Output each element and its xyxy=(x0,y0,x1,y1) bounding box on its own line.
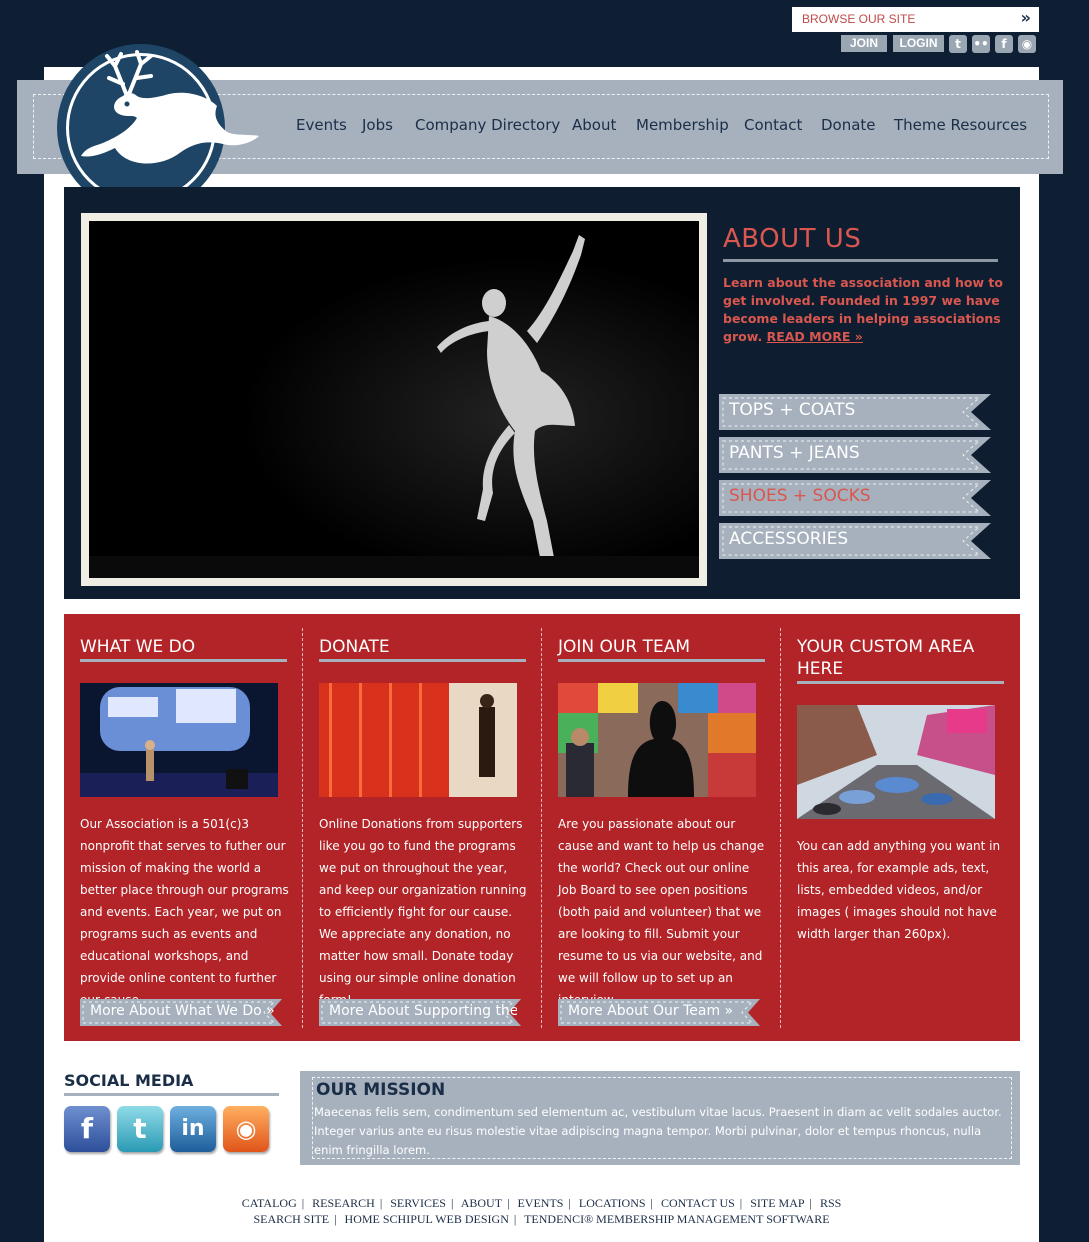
browse-site-label: BROWSE OUR SITE xyxy=(802,12,916,26)
rss-icon[interactable]: ◉ xyxy=(223,1106,269,1152)
what-we-do-text: Our Association is a 501(c)3 nonprofit t… xyxy=(80,817,289,1007)
column-rule xyxy=(797,681,1004,684)
column-divider xyxy=(780,628,781,1028)
nav-donate[interactable]: Donate xyxy=(821,116,876,134)
ribbon-label: TOPS + COATS xyxy=(729,400,856,420)
column-rule xyxy=(558,659,765,662)
browse-site-box[interactable]: BROWSE OUR SITE » xyxy=(792,7,1039,32)
footer-link-locations[interactable]: LOCATIONS xyxy=(579,1196,646,1210)
facebook-icon[interactable]: f xyxy=(995,35,1013,53)
donate-text: Online Donations from supporters like yo… xyxy=(319,817,527,1007)
login-button[interactable]: LOGIN xyxy=(893,35,944,52)
ribbon-label: PANTS + JEANS xyxy=(729,443,860,463)
more-about-supporting-button[interactable]: More About Supporting the xyxy=(319,999,521,1026)
ribbon-label: SHOES + SOCKS xyxy=(729,486,871,506)
about-us-rule xyxy=(723,259,998,262)
column-divider xyxy=(541,628,542,1028)
mission-text: Maecenas felis sem, condimentum sed elem… xyxy=(314,1105,1002,1157)
about-us-heading: ABOUT US xyxy=(723,224,862,254)
join-our-team-text: Are you passionate about our cause and w… xyxy=(558,817,765,1007)
browse-arrow-icon[interactable]: » xyxy=(1021,8,1031,27)
nav-events[interactable]: Events xyxy=(296,116,347,134)
lockers-photo xyxy=(319,683,517,797)
mission-heading: OUR MISSION xyxy=(316,1080,446,1100)
hero-photo-frame xyxy=(81,213,707,586)
donate-heading: DONATE xyxy=(319,637,390,657)
custom-area-text: You can add anything you want in this ar… xyxy=(797,839,1001,941)
join-our-team-heading: JOIN OUR TEAM xyxy=(558,637,690,657)
ribbon-shoes-socks[interactable]: SHOES + SOCKS xyxy=(719,480,991,516)
more-label: More About Our Team » xyxy=(568,1003,734,1019)
footer-link-search-site[interactable]: SEARCH SITE xyxy=(253,1212,329,1226)
custom-area-heading: YOUR CUSTOM AREA HERE xyxy=(797,637,975,679)
linkedin-icon[interactable]: in xyxy=(170,1106,216,1152)
footer-link-schipul[interactable]: HOME SCHIPUL WEB DESIGN xyxy=(345,1212,509,1226)
more-about-what-we-do-button[interactable]: More About What We Do » xyxy=(80,999,282,1026)
social-media-rule xyxy=(64,1093,279,1096)
read-more-link[interactable]: READ MORE » xyxy=(767,329,863,344)
about-us-text: Learn about the association and how to g… xyxy=(723,274,1003,346)
ribbon-pants-jeans[interactable]: PANTS + JEANS xyxy=(719,437,991,473)
join-button[interactable]: JOIN xyxy=(841,35,887,52)
footer-link-tendenci[interactable]: TENDENCI® MEMBERSHIP MANAGEMENT SOFTWARE xyxy=(524,1212,829,1226)
footer-links-row-1: CATALOG | RESEARCH | SERVICES | ABOUT | EVEN… xyxy=(241,1196,842,1210)
dancer-photo xyxy=(89,221,699,578)
more-about-our-team-button[interactable]: More About Our Team » xyxy=(558,999,760,1026)
ribbon-label: ACCESSORIES xyxy=(729,529,849,549)
footer-link-catalog[interactable]: CATALOG xyxy=(242,1196,297,1210)
footer-link-events[interactable]: EVENTS xyxy=(517,1196,563,1210)
nav-jobs[interactable]: Jobs xyxy=(362,116,393,134)
nav-contact[interactable]: Contact xyxy=(744,116,802,134)
more-label: More About Supporting the xyxy=(329,1003,517,1019)
nav-about[interactable]: About xyxy=(572,116,616,134)
gallery-photo xyxy=(558,683,756,797)
footer-link-rss[interactable]: RSS xyxy=(820,1196,841,1210)
column-rule xyxy=(80,659,287,662)
street-photo xyxy=(797,705,995,819)
about-us-description: Learn about the association and how to g… xyxy=(723,275,1003,344)
footer-link-site-map[interactable]: SITE MAP xyxy=(750,1196,804,1210)
nav-company-directory[interactable]: Company Directory xyxy=(415,116,560,134)
footer-links-row-2: SEARCH SITE | HOME SCHIPUL WEB DESIGN | TE… xyxy=(253,1212,830,1226)
nav-membership[interactable]: Membership xyxy=(636,116,729,134)
social-media-heading: SOCIAL MEDIA xyxy=(64,1071,194,1090)
more-label: More About What We Do » xyxy=(90,1003,275,1019)
column-divider xyxy=(302,628,303,1028)
presentation-photo xyxy=(80,683,278,797)
ribbon-accessories[interactable]: ACCESSORIES xyxy=(719,523,991,559)
footer-link-about[interactable]: ABOUT xyxy=(461,1196,502,1210)
rss-icon[interactable]: ◉ xyxy=(1018,35,1036,53)
twitter-icon[interactable]: t xyxy=(117,1106,163,1152)
ribbon-tops-coats[interactable]: TOPS + COATS xyxy=(719,394,991,430)
flickr-icon[interactable]: •• xyxy=(972,35,990,53)
what-we-do-heading: WHAT WE DO xyxy=(80,637,196,657)
facebook-icon[interactable]: f xyxy=(64,1106,110,1152)
column-rule xyxy=(319,659,526,662)
footer-link-contact-us[interactable]: CONTACT US xyxy=(661,1196,735,1210)
footer-link-services[interactable]: SERVICES xyxy=(390,1196,446,1210)
footer-link-research[interactable]: RESEARCH xyxy=(312,1196,375,1210)
nav-theme-resources[interactable]: Theme Resources xyxy=(894,116,1027,134)
twitter-icon[interactable]: t xyxy=(949,35,967,53)
